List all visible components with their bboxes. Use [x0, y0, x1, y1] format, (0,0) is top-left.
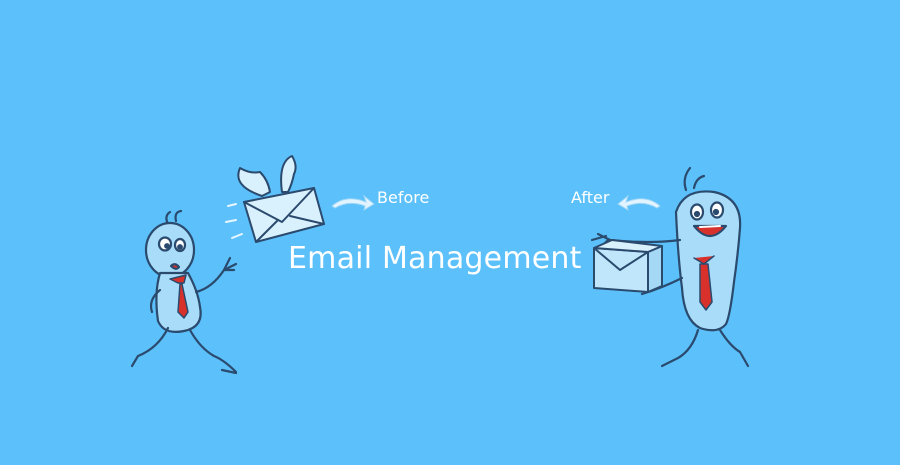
stressed-stick-figure-icon: [130, 209, 238, 375]
after-label: After: [571, 188, 610, 207]
before-label: Before: [377, 188, 430, 207]
winged-envelope-icon: [237, 155, 325, 243]
illustration: [130, 155, 750, 375]
package-box-icon: [593, 239, 663, 293]
curved-arrow-right-icon: [331, 194, 375, 212]
speed-lines-icon: [225, 203, 243, 239]
curved-arrow-left-icon: [617, 194, 661, 212]
page-title: Email Management: [288, 241, 582, 276]
email-management-banner: Before After Email Management: [0, 0, 900, 465]
